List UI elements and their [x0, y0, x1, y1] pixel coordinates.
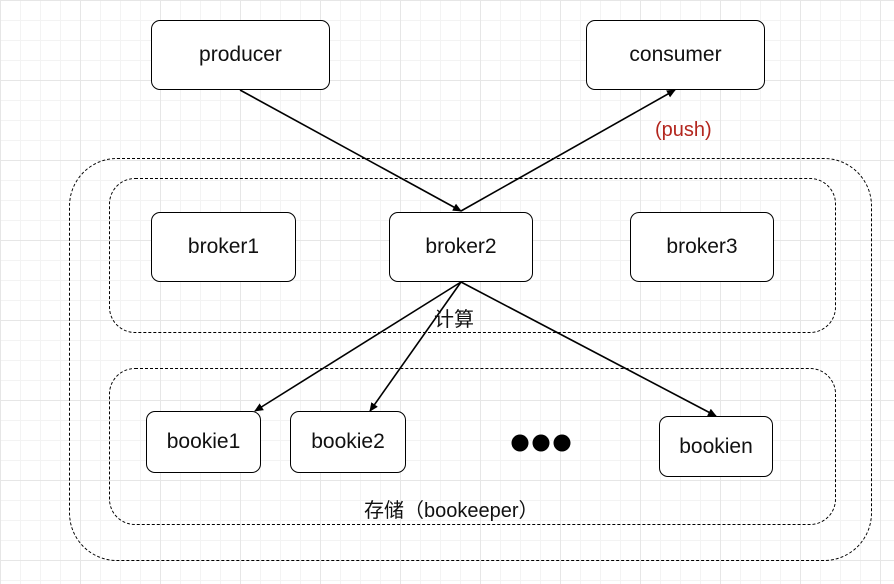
broker3-node[interactable]: broker3 — [630, 212, 774, 282]
bookie1-node[interactable]: bookie1 — [146, 411, 261, 473]
consumer-node[interactable]: consumer — [586, 20, 765, 90]
broker2-node[interactable]: broker2 — [389, 212, 533, 282]
storage-layer-label: 存储（bookeeper） — [364, 500, 539, 522]
bookie2-node[interactable]: bookie2 — [290, 411, 406, 473]
producer-node[interactable]: producer — [151, 20, 330, 90]
compute-layer-label: 计算 — [434, 309, 474, 331]
ellipsis-dots-icon — [511, 434, 571, 452]
broker1-node[interactable]: broker1 — [151, 212, 296, 282]
bookien-node[interactable]: bookien — [659, 416, 773, 477]
push-label: (push) — [655, 119, 712, 141]
